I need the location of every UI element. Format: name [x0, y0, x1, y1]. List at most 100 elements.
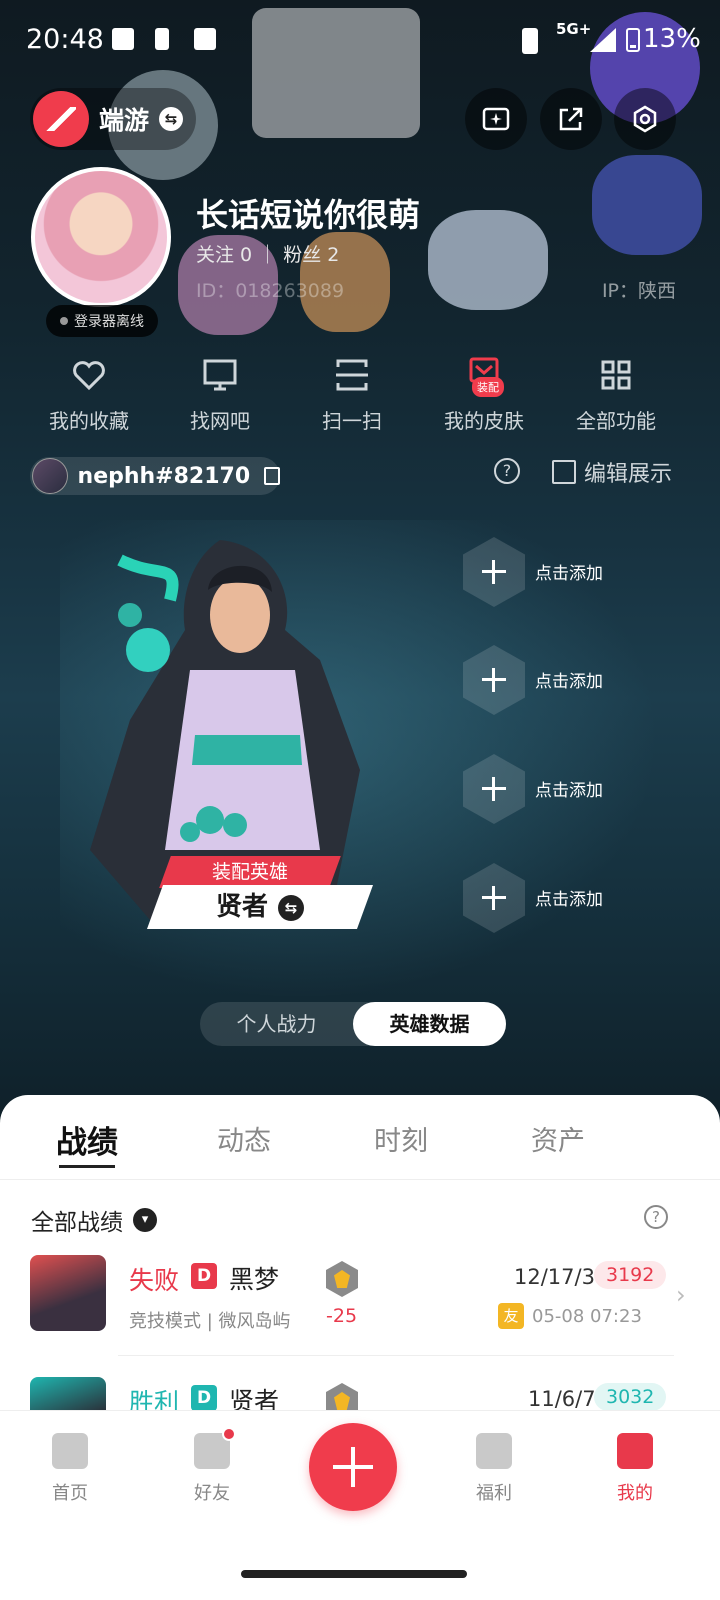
- riot-id: nephh#82170: [77, 463, 251, 489]
- segment-hero-data[interactable]: 英雄数据: [353, 1002, 506, 1046]
- menu-scan[interactable]: 扫一扫: [287, 355, 417, 434]
- battery-percent: 13%: [643, 24, 701, 54]
- message-icon: [194, 28, 216, 50]
- me-icon: [617, 1433, 653, 1469]
- game-switcher[interactable]: 端游 ⇆: [30, 88, 196, 150]
- grid-icon: [596, 355, 636, 395]
- add-slot[interactable]: 点击添加: [463, 863, 693, 933]
- login-status-text: 登录器离线: [74, 314, 144, 330]
- add-slot[interactable]: 点击添加: [463, 754, 693, 824]
- follow-stats[interactable]: 关注 0 ｜ 粉丝 2: [196, 240, 339, 267]
- menu-label: 找网吧: [190, 409, 250, 433]
- segment-personal-power[interactable]: 个人战力: [200, 1002, 353, 1046]
- edit-showcase-button[interactable]: 编辑展示: [552, 456, 672, 488]
- hero-name: 贤者: [215, 892, 268, 922]
- monitor-icon: [200, 355, 240, 395]
- equip-hero-label: 装配英雄: [159, 856, 341, 888]
- rank-badge: D: [191, 1385, 217, 1411]
- create-post-button[interactable]: [309, 1423, 397, 1511]
- record-tabs: 战绩 动态 时刻 资产: [0, 1095, 720, 1180]
- valorant-logo-icon: [33, 91, 89, 147]
- tab-activity[interactable]: 动态: [217, 1119, 271, 1158]
- settings-button[interactable]: [614, 88, 676, 150]
- chevron-right-icon: ›: [676, 1281, 686, 1309]
- row-divider: [118, 1355, 674, 1356]
- match-score: 3192: [594, 1261, 667, 1289]
- tab-records[interactable]: 战绩: [56, 1117, 118, 1162]
- heart-icon: [69, 355, 109, 395]
- rank-delta: -25: [326, 1305, 358, 1327]
- chevron-down-icon: ▾: [133, 1208, 157, 1232]
- records-help-icon[interactable]: ?: [644, 1205, 668, 1229]
- filter-label: 全部战绩: [31, 1210, 123, 1236]
- menu-all-functions[interactable]: 全部功能: [551, 355, 681, 434]
- swap-icon: ⇆: [159, 107, 184, 131]
- add-slot-label: 点击添加: [535, 564, 603, 584]
- game-name: 端游: [99, 106, 150, 135]
- add-hex-icon: [463, 645, 525, 715]
- share-button[interactable]: [540, 88, 602, 150]
- help-icon[interactable]: ?: [494, 458, 520, 484]
- nav-friends[interactable]: 好友: [162, 1427, 262, 1505]
- copy-icon[interactable]: [264, 467, 280, 485]
- match-row[interactable]: 失败 D 黑梦 竞技模式 | 微风岛屿 -25 12/17/3 3192 友 05…: [30, 1255, 700, 1356]
- skin-icon: 装配: [464, 355, 504, 397]
- tab-assets[interactable]: 资产: [531, 1119, 585, 1158]
- user-avatar[interactable]: [31, 167, 171, 307]
- sparkle-card-icon: [482, 107, 510, 131]
- match-score: 3032: [594, 1383, 667, 1411]
- agent-avatar: [30, 1255, 106, 1331]
- gift-icon: [476, 1433, 512, 1469]
- tab-moments[interactable]: 时刻: [374, 1119, 428, 1158]
- menu-label: 全部功能: [576, 409, 656, 433]
- vibrate-icon: [522, 28, 538, 54]
- add-slot[interactable]: 点击添加: [463, 645, 693, 715]
- decorate-button[interactable]: [465, 88, 527, 150]
- signal-icon: [590, 28, 616, 52]
- add-slot-label: 点击添加: [535, 890, 603, 910]
- menu-label: 扫一扫: [322, 409, 382, 433]
- hero-name-tag[interactable]: 贤者 ⇆: [146, 885, 374, 929]
- match-kda: 12/17/3: [514, 1265, 595, 1289]
- stats-segment-control: 个人战力 英雄数据: [200, 1002, 506, 1046]
- riot-avatar: [32, 458, 68, 494]
- rank-badge: D: [191, 1263, 217, 1289]
- add-slot[interactable]: 点击添加: [463, 537, 693, 607]
- friends-icon: [194, 1427, 236, 1469]
- user-id: ID：018263089: [196, 280, 345, 302]
- status-bar: 20:48 5G+ 13%: [0, 0, 720, 80]
- menu-label: 我的皮肤: [444, 409, 524, 433]
- battery-saver-icon: [155, 28, 169, 50]
- quick-menu: 我的收藏 找网吧 扫一扫 装配 我的皮肤 全部功能: [0, 355, 720, 435]
- home-icon: [52, 1433, 88, 1469]
- sticker-mascot-4: [428, 210, 548, 310]
- menu-internet-cafe[interactable]: 找网吧: [155, 355, 285, 434]
- menu-my-skins[interactable]: 装配 我的皮肤: [419, 355, 549, 434]
- edit-icon: [552, 460, 576, 484]
- tab-indicator: [59, 1165, 115, 1168]
- login-status-badge: 登录器离线: [46, 305, 158, 337]
- menu-label: 我的收藏: [49, 409, 129, 433]
- riot-id-pill[interactable]: nephh#82170: [30, 457, 280, 495]
- battery-icon: [626, 28, 640, 52]
- home-indicator: [241, 1570, 467, 1578]
- records-filter[interactable]: 全部战绩 ▾: [31, 1203, 157, 1237]
- offline-dot-icon: [60, 317, 68, 325]
- scan-icon: [332, 355, 372, 395]
- nav-me[interactable]: 我的: [585, 1433, 685, 1505]
- rank-icon: [326, 1261, 358, 1297]
- menu-favorites[interactable]: 我的收藏: [24, 355, 154, 434]
- nav-benefits[interactable]: 福利: [444, 1433, 544, 1505]
- add-slot-label: 点击添加: [535, 781, 603, 801]
- network-label: 5G+: [556, 20, 592, 38]
- notification-icon: [112, 28, 134, 50]
- add-hex-icon: [463, 537, 525, 607]
- nav-home[interactable]: 首页: [20, 1433, 120, 1505]
- add-slot-label: 点击添加: [535, 672, 603, 692]
- nav-label: 好友: [194, 1483, 230, 1504]
- user-nickname: 长话短说你很萌: [196, 196, 421, 234]
- ip-location: IP：陕西: [601, 280, 676, 302]
- swap-hero-icon: ⇆: [278, 894, 304, 921]
- settings-hex-icon: [633, 105, 657, 133]
- add-hex-icon: [463, 863, 525, 933]
